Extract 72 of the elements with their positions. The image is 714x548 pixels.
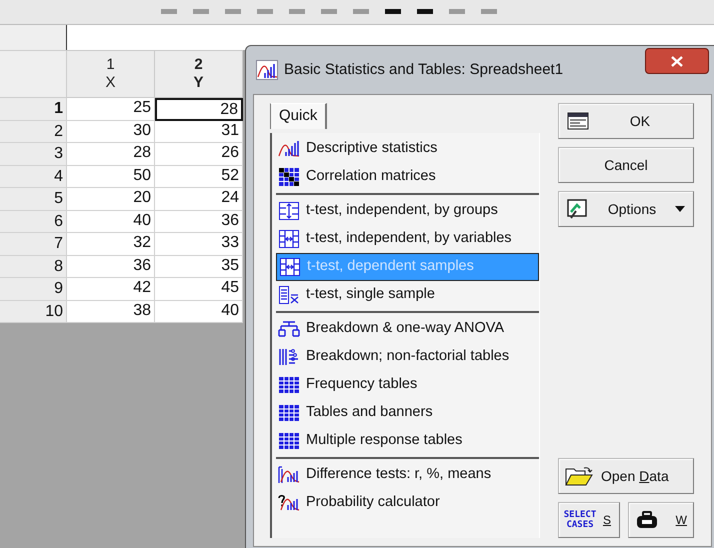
- grid-icon: [278, 432, 300, 450]
- row-header[interactable]: 8: [0, 256, 67, 278]
- list-item[interactable]: Tables and banners: [276, 399, 539, 427]
- list-item[interactable]: Descriptive statistics: [276, 135, 539, 163]
- dialog-button[interactable]: Cancel: [558, 147, 694, 183]
- table-cell[interactable]: 24: [155, 188, 243, 210]
- table-cell[interactable]: 20: [67, 188, 155, 210]
- table-cell[interactable]: 32: [67, 233, 155, 256]
- row-header[interactable]: 1: [0, 98, 67, 120]
- list-item[interactable]: Frequency tables: [276, 371, 539, 399]
- table-cell[interactable]: 36: [155, 210, 243, 233]
- list-item[interactable]: t-test, independent, by groups: [276, 197, 539, 225]
- row-header[interactable]: 3: [0, 143, 67, 166]
- folder-icon: [565, 466, 593, 486]
- row-header[interactable]: 6: [0, 210, 67, 233]
- options-icon: [567, 199, 589, 219]
- row-header[interactable]: 2: [0, 120, 67, 143]
- form-icon: [567, 112, 589, 130]
- table-cell[interactable]: 40: [155, 300, 243, 323]
- difference-chart-icon: [278, 466, 300, 484]
- list-item[interactable]: Breakdown; non-factorial tables: [276, 343, 539, 371]
- table-cell[interactable]: 25: [67, 98, 155, 120]
- dialog-button[interactable]: OK: [558, 103, 694, 139]
- weight-icon: [635, 511, 659, 529]
- close-icon: [671, 56, 683, 66]
- grid-icon: [278, 376, 300, 394]
- list-item[interactable]: Breakdown & one-way ANOVA: [276, 315, 539, 343]
- table-cell[interactable]: 26: [155, 143, 243, 166]
- row-header[interactable]: 10: [0, 300, 67, 323]
- tree-icon: [278, 320, 300, 338]
- table-bars-icon: [278, 348, 300, 366]
- table-cell[interactable]: 28: [155, 98, 243, 120]
- row-header[interactable]: 4: [0, 166, 67, 188]
- table-cell[interactable]: 45: [155, 278, 243, 300]
- table-arrows-icon: [279, 258, 301, 276]
- corner-header: [0, 50, 67, 98]
- list-item[interactable]: Correlation matrices: [276, 163, 539, 191]
- table-cell[interactable]: 28: [67, 143, 155, 166]
- table-cell[interactable]: 36: [67, 256, 155, 278]
- matrix-icon: [278, 168, 300, 186]
- weight-button[interactable]: W: [628, 502, 694, 538]
- column-header[interactable]: 1 X: [67, 50, 155, 98]
- table-arrows-icon: [278, 202, 300, 220]
- window-title: Basic Statistics and Tables: Spreadsheet1: [284, 60, 564, 80]
- chart-icon: [256, 60, 278, 80]
- open-data-button[interactable]: Open Data: [558, 458, 694, 494]
- table-cell[interactable]: 42: [67, 278, 155, 300]
- table-arrows-icon: [278, 230, 300, 248]
- table-cell[interactable]: 33: [155, 233, 243, 256]
- list-item[interactable]: Probability calculator: [276, 489, 539, 517]
- list-item[interactable]: Difference tests: r, %, means: [276, 461, 539, 489]
- table-mean-icon: [278, 286, 300, 304]
- column-header[interactable]: 2 Y: [155, 50, 243, 98]
- grid-icon: [278, 404, 300, 422]
- table-cell[interactable]: 52: [155, 166, 243, 188]
- table-cell[interactable]: 38: [67, 300, 155, 323]
- list-item[interactable]: Multiple response tables: [276, 427, 539, 455]
- table-cell[interactable]: 50: [67, 166, 155, 188]
- tab[interactable]: Quick: [270, 103, 328, 129]
- list-item[interactable]: t-test, single sample: [276, 281, 539, 309]
- row-header[interactable]: 7: [0, 233, 67, 256]
- table-cell[interactable]: 35: [155, 256, 243, 278]
- row-header[interactable]: 5: [0, 188, 67, 210]
- question-chart-icon: [278, 494, 300, 512]
- table-cell[interactable]: 40: [67, 210, 155, 233]
- table-cell[interactable]: 31: [155, 120, 243, 143]
- list-item[interactable]: t-test, independent, by variables: [276, 225, 539, 253]
- dialog-button[interactable]: Options: [558, 191, 694, 227]
- table-cell[interactable]: 30: [67, 120, 155, 143]
- chart-icon: [278, 140, 300, 158]
- close-button[interactable]: [645, 48, 709, 74]
- row-header[interactable]: 9: [0, 278, 67, 300]
